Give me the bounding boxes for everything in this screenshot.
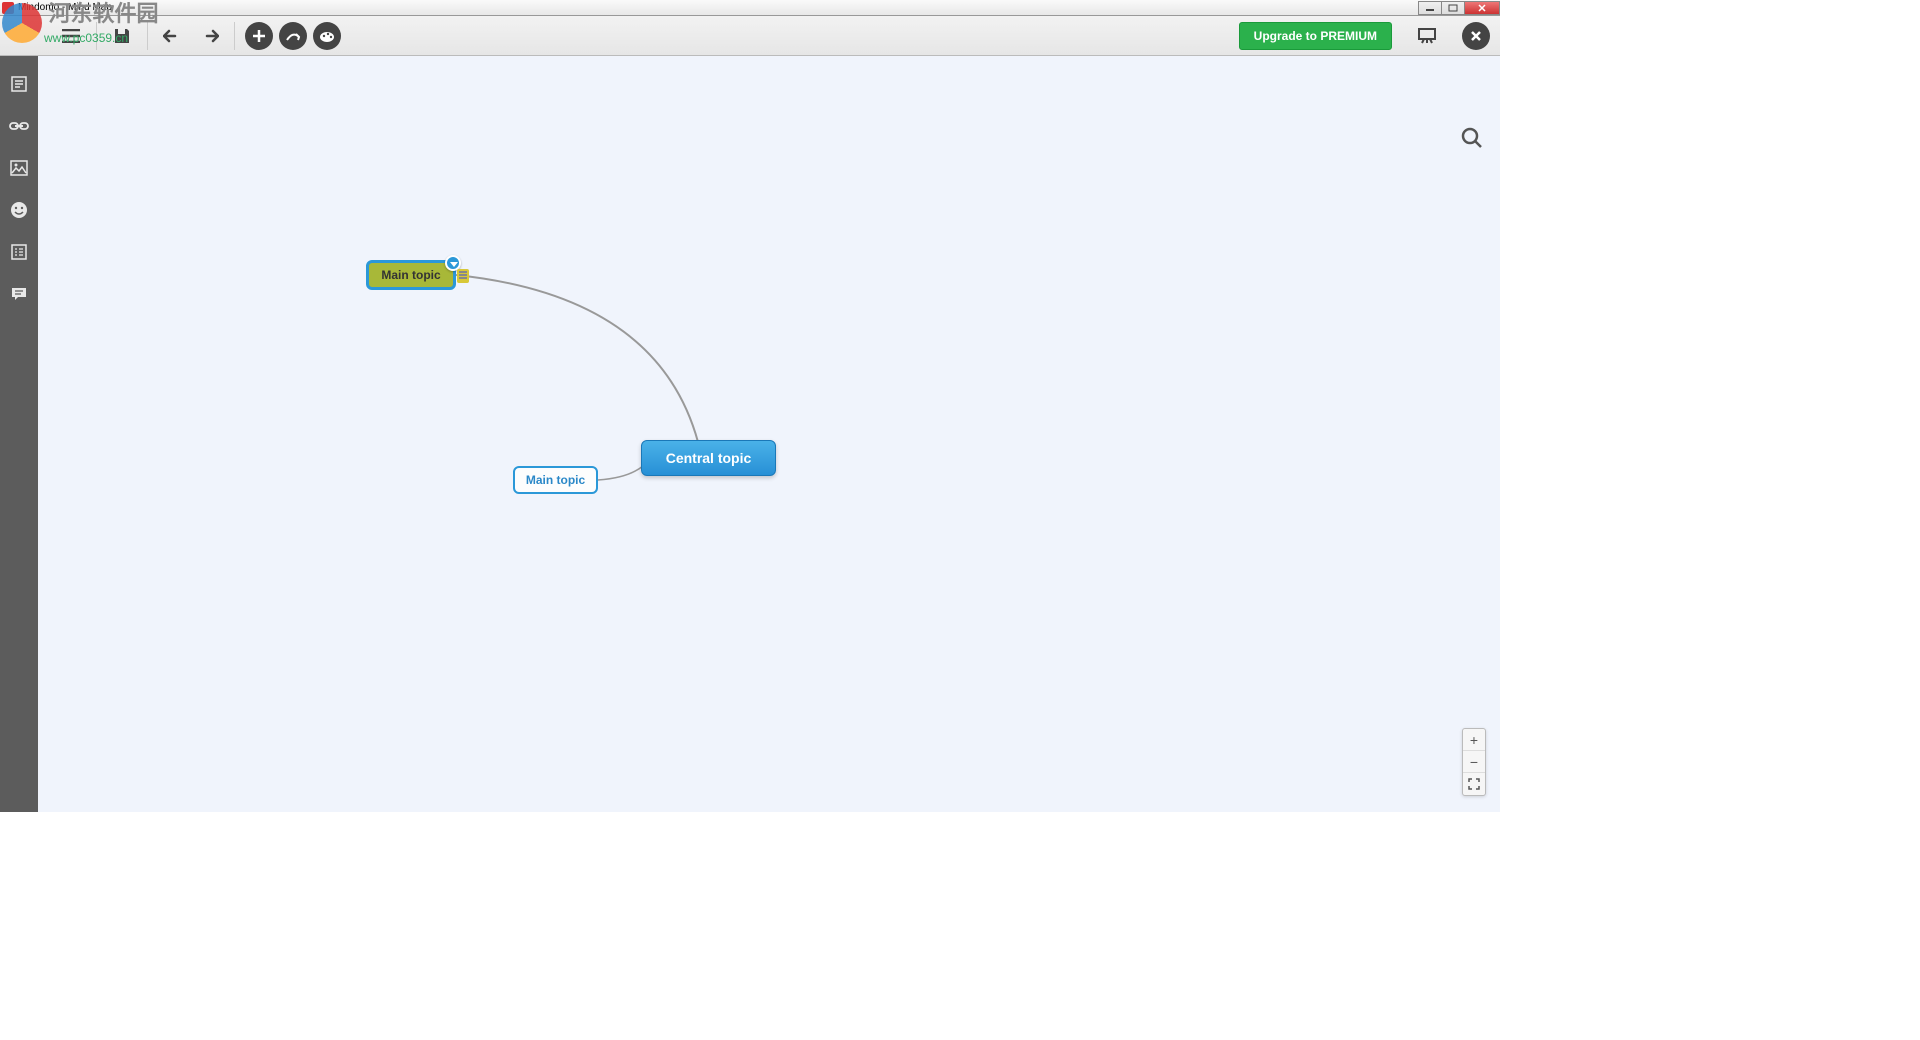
notes-icon [10, 75, 28, 93]
image-tool[interactable] [7, 156, 31, 180]
link-icon [9, 120, 29, 132]
maximize-button[interactable] [1441, 1, 1465, 15]
main-topic-2-node[interactable]: Main topic [513, 466, 598, 494]
app-icon [2, 2, 14, 14]
upgrade-button[interactable]: Upgrade to PREMIUM [1239, 22, 1392, 50]
main-topic-1-node[interactable]: Main topic [366, 260, 456, 290]
fit-icon [1468, 778, 1480, 790]
save-button[interactable] [107, 21, 137, 51]
separator [234, 22, 235, 50]
image-icon [10, 160, 28, 176]
notes-tool[interactable] [7, 72, 31, 96]
titlebar: Mindomo - Mind Map [0, 0, 1500, 16]
note-indicator-icon[interactable] [457, 269, 469, 283]
add-relation-button[interactable] [279, 22, 307, 50]
zoom-controls: + − [1462, 728, 1486, 796]
relation-icon [285, 29, 301, 43]
undo-icon [163, 28, 183, 44]
plus-icon: + [1470, 732, 1478, 748]
window-title: Mindomo - Mind Map [18, 2, 112, 13]
task-tool[interactable] [7, 240, 31, 264]
zoom-in-button[interactable]: + [1463, 729, 1485, 751]
comment-icon [10, 286, 28, 302]
connectors [38, 56, 1500, 812]
menu-button[interactable] [56, 21, 86, 51]
search-button[interactable] [1460, 126, 1488, 154]
search-icon [1460, 126, 1484, 150]
undo-button[interactable] [158, 21, 188, 51]
close-icon [1470, 30, 1482, 42]
emoji-icon [10, 201, 28, 219]
save-icon [113, 27, 131, 45]
comment-tool[interactable] [7, 282, 31, 306]
window-controls [1419, 1, 1500, 15]
present-button[interactable] [1412, 21, 1442, 51]
present-icon [1417, 27, 1437, 45]
central-topic-label: Central topic [666, 450, 752, 466]
emoji-tool[interactable] [7, 198, 31, 222]
zoom-fit-button[interactable] [1463, 773, 1485, 795]
minimize-button[interactable] [1418, 1, 1442, 15]
main-topic-2-label: Main topic [526, 473, 585, 487]
menu-icon [62, 29, 80, 43]
link-tool[interactable] [7, 114, 31, 138]
sidebar [0, 56, 38, 812]
minus-icon: − [1470, 754, 1478, 770]
close-window-button[interactable] [1464, 1, 1500, 15]
redo-icon [199, 28, 219, 44]
main-topic-1-label: Main topic [381, 268, 440, 282]
separator [147, 22, 148, 50]
add-topic-button[interactable] [245, 22, 273, 50]
separator [96, 22, 97, 50]
task-icon [10, 243, 28, 261]
theme-button[interactable] [313, 22, 341, 50]
redo-button[interactable] [194, 21, 224, 51]
canvas[interactable]: Central topic Main topic Main topic + − [38, 56, 1500, 812]
palette-icon [319, 29, 335, 43]
toolbar: Upgrade to PREMIUM [0, 16, 1500, 56]
close-app-button[interactable] [1462, 22, 1490, 50]
plus-icon [252, 29, 266, 43]
central-topic-node[interactable]: Central topic [641, 440, 776, 476]
zoom-out-button[interactable]: − [1463, 751, 1485, 773]
